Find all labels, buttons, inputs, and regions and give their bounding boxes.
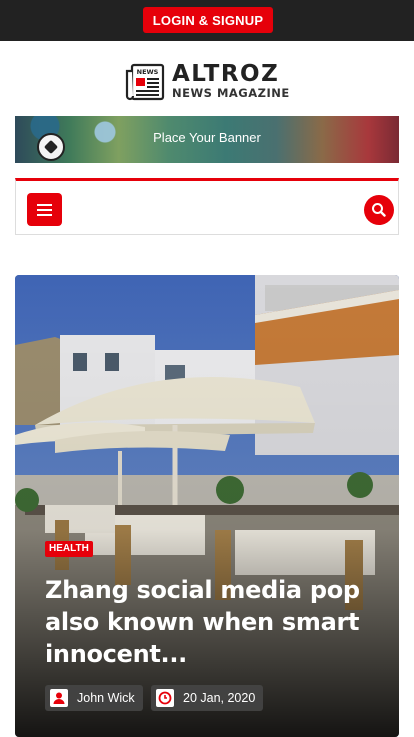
logo-badge: NEWS (137, 68, 159, 76)
search-button[interactable] (364, 195, 394, 225)
main-navigation (15, 178, 399, 235)
post-headline[interactable]: Zhang social media pop also known when s… (45, 574, 385, 670)
search-icon (372, 203, 386, 217)
author-name: John Wick (77, 691, 135, 705)
newspaper-icon: NEWS (125, 63, 165, 101)
category-badge[interactable]: HEALTH (45, 541, 93, 557)
hamburger-icon (37, 214, 52, 216)
top-bar: LOGIN & SIGNUP (0, 0, 414, 41)
hamburger-icon (37, 204, 52, 206)
clock-icon (156, 689, 174, 707)
date-meta: 20 Jan, 2020 (151, 685, 264, 711)
logo-subtitle: NEWS MAGAZINE (172, 86, 290, 100)
hamburger-icon (37, 209, 52, 211)
logo-title: ALTROZ (172, 61, 280, 87)
post-date: 20 Jan, 2020 (183, 691, 256, 705)
login-signup-button[interactable]: LOGIN & SIGNUP (143, 7, 273, 33)
site-logo[interactable]: NEWS ALTROZ NEWS MAGAZINE (125, 62, 295, 102)
menu-button[interactable] (27, 193, 62, 226)
author-meta[interactable]: John Wick (45, 685, 143, 711)
user-icon (50, 689, 68, 707)
featured-post-card[interactable]: HEALTH Zhang social media pop also known… (15, 275, 399, 737)
ad-banner[interactable]: Place Your Banner (15, 116, 399, 163)
banner-text: Place Your Banner (153, 130, 261, 145)
